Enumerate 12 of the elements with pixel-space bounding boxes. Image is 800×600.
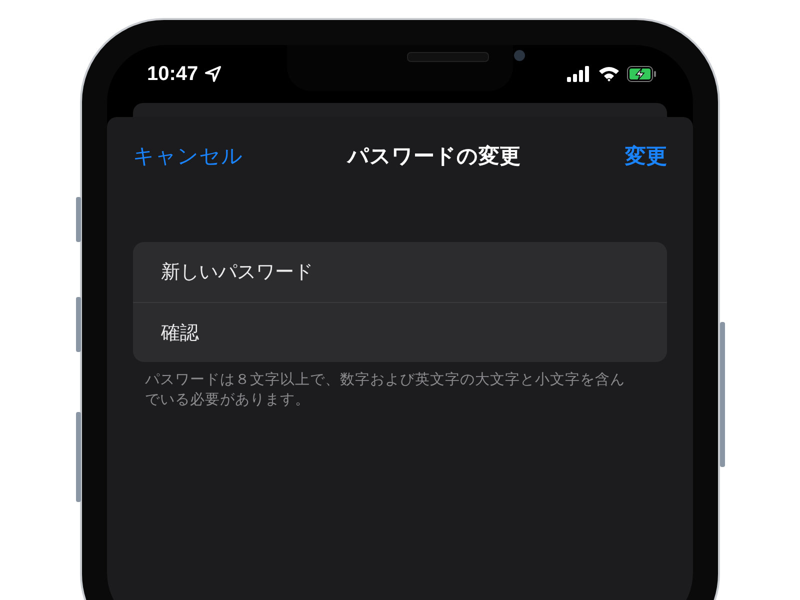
camera-icon <box>514 50 525 61</box>
status-time: 10:47 <box>147 62 198 86</box>
wifi-icon <box>598 66 620 82</box>
sheet-title: パスワードの変更 <box>348 143 520 170</box>
signal-icon <box>567 66 591 82</box>
change-button[interactable]: 変更 <box>625 142 667 170</box>
password-requirement-note: パスワードは８文字以上で、数字および英文字の大文字と小文字を含んでいる必要があります。 <box>144 370 626 410</box>
password-field[interactable]: 新しいパスワード <box>133 242 667 302</box>
password-field[interactable]: 確認 <box>133 302 667 362</box>
location-arrow-icon <box>205 66 222 82</box>
cancel-button[interactable]: キャンセル <box>133 142 243 170</box>
battery-charging-icon <box>627 66 657 82</box>
